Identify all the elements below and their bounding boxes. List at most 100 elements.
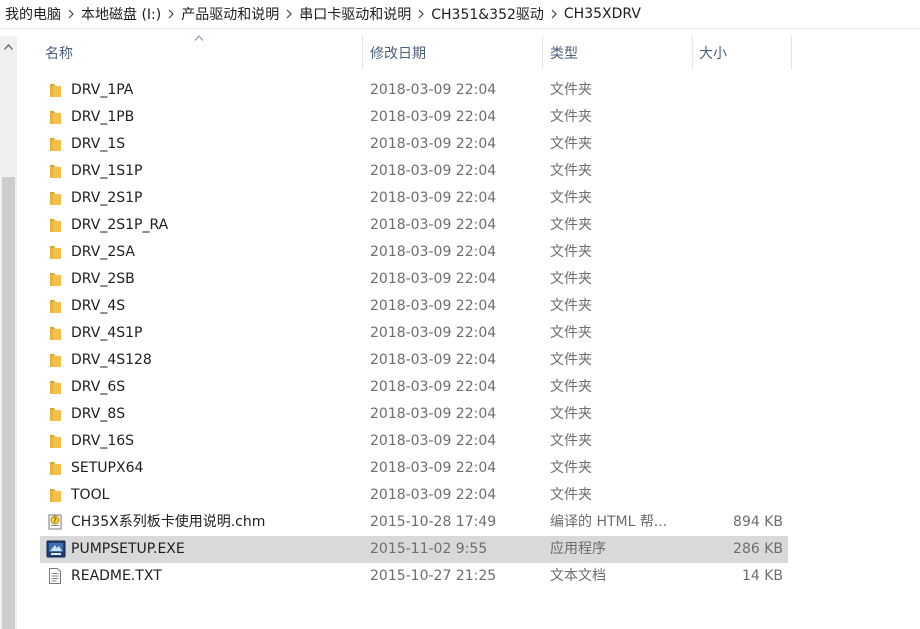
file-row[interactable]: TOOL 2018-03-09 22:04 文件夹 — [40, 482, 788, 509]
file-name: DRV_2SB — [71, 271, 135, 287]
file-name: TOOL — [71, 487, 110, 503]
file-name: DRV_2SA — [71, 244, 135, 260]
breadcrumb-item[interactable]: 本地磁盘 (I:) — [78, 4, 164, 24]
file-name: DRV_1PA — [71, 82, 134, 98]
installer-exe-icon — [46, 540, 66, 558]
column-divider[interactable] — [791, 36, 792, 69]
file-date: 2018-03-09 22:04 — [370, 190, 497, 206]
folder-icon — [46, 135, 64, 153]
file-type: 文件夹 — [550, 163, 592, 179]
file-date: 2018-03-09 22:04 — [370, 271, 497, 287]
vertical-scrollbar[interactable] — [0, 36, 17, 629]
file-type: 文件夹 — [550, 271, 592, 287]
file-name: CH35X系列板卡使用说明.chm — [71, 514, 266, 530]
file-date: 2018-03-09 22:04 — [370, 352, 497, 368]
folder-icon — [46, 405, 64, 423]
file-row[interactable]: DRV_1S1P 2018-03-09 22:04 文件夹 — [40, 158, 788, 185]
column-divider[interactable] — [542, 36, 543, 69]
column-divider[interactable] — [362, 36, 363, 69]
chevron-right-icon[interactable] — [64, 0, 78, 28]
column-header-name[interactable]: 名称 — [45, 36, 73, 69]
file-name: README.TXT — [71, 568, 162, 584]
file-type: 文件夹 — [550, 190, 592, 206]
file-row[interactable]: PUMPSETUP.EXE 2015-11-02 9:55 应用程序 286 KB — [40, 536, 788, 563]
folder-icon — [46, 162, 64, 180]
file-date: 2018-03-09 22:04 — [370, 433, 497, 449]
file-row[interactable]: DRV_6S 2018-03-09 22:04 文件夹 — [40, 374, 788, 401]
chevron-right-icon[interactable] — [282, 0, 296, 28]
breadcrumb-item[interactable]: 产品驱动和说明 — [178, 4, 282, 24]
file-row[interactable]: DRV_2SA 2018-03-09 22:04 文件夹 — [40, 239, 788, 266]
file-type: 文件夹 — [550, 217, 592, 233]
file-row[interactable]: DRV_1S 2018-03-09 22:04 文件夹 — [40, 131, 788, 158]
file-row[interactable]: DRV_4S128 2018-03-09 22:04 文件夹 — [40, 347, 788, 374]
file-row[interactable]: SETUPX64 2018-03-09 22:04 文件夹 — [40, 455, 788, 482]
file-date: 2015-10-27 21:25 — [370, 568, 497, 584]
file-date: 2018-03-09 22:04 — [370, 82, 497, 98]
scroll-up-arrow-icon[interactable] — [0, 36, 17, 58]
folder-icon — [46, 189, 64, 207]
column-header-size[interactable]: 大小 — [699, 36, 727, 69]
file-type: 文件夹 — [550, 136, 592, 152]
file-row[interactable]: DRV_1PB 2018-03-09 22:04 文件夹 — [40, 104, 788, 131]
breadcrumb-item[interactable]: 串口卡驱动和说明 — [296, 4, 414, 24]
column-header-row: 名称 修改日期 类型 大小 — [40, 35, 792, 69]
file-name: DRV_2S1P_RA — [71, 217, 169, 233]
file-row[interactable]: DRV_2SB 2018-03-09 22:04 文件夹 — [40, 266, 788, 293]
file-date: 2018-03-09 22:04 — [370, 136, 497, 152]
file-type: 文件夹 — [550, 298, 592, 314]
chevron-right-icon[interactable] — [164, 0, 178, 28]
file-row[interactable]: DRV_16S 2018-03-09 22:04 文件夹 — [40, 428, 788, 455]
column-header-type[interactable]: 类型 — [550, 36, 578, 69]
file-name: SETUPX64 — [71, 460, 144, 476]
file-type: 文件夹 — [550, 379, 592, 395]
file-type: 文件夹 — [550, 352, 592, 368]
breadcrumb-item[interactable]: 我的电脑 — [0, 4, 64, 24]
file-row[interactable]: DRV_2S1P 2018-03-09 22:04 文件夹 — [40, 185, 788, 212]
column-divider[interactable] — [692, 36, 693, 69]
file-date: 2018-03-09 22:04 — [370, 487, 497, 503]
file-name: DRV_4S1P — [71, 325, 143, 341]
file-name: DRV_16S — [71, 433, 135, 449]
file-date: 2018-03-09 22:04 — [370, 217, 497, 233]
file-list: DRV_1PA 2018-03-09 22:04 文件夹 DRV_1PB 2018-03… — [40, 77, 788, 590]
file-date: 2015-10-28 17:49 — [370, 514, 497, 530]
file-name: DRV_4S128 — [71, 352, 152, 368]
file-row[interactable]: DRV_2S1P_RA 2018-03-09 22:04 文件夹 — [40, 212, 788, 239]
scrollbar-thumb[interactable] — [2, 177, 15, 629]
file-row[interactable]: DRV_4S1P 2018-03-09 22:04 文件夹 — [40, 320, 788, 347]
file-name: DRV_8S — [71, 406, 126, 422]
chevron-right-icon[interactable] — [414, 0, 428, 28]
file-name: DRV_4S — [71, 298, 126, 314]
folder-icon — [46, 486, 64, 504]
file-row[interactable]: DRV_4S 2018-03-09 22:04 文件夹 — [40, 293, 788, 320]
folder-icon — [46, 243, 64, 261]
breadcrumb-item[interactable]: CH351&352驱动 — [428, 4, 547, 24]
file-date: 2018-03-09 22:04 — [370, 325, 497, 341]
svg-text:?: ? — [53, 517, 57, 525]
file-name: DRV_2S1P — [71, 190, 143, 206]
folder-icon — [46, 216, 64, 234]
file-type: 编译的 HTML 帮... — [550, 514, 668, 530]
file-row[interactable]: README.TXT 2015-10-27 21:25 文本文档 14 KB — [40, 563, 788, 590]
breadcrumb-item[interactable]: CH35XDRV — [561, 6, 644, 22]
file-size: 286 KB — [733, 541, 783, 557]
file-date: 2018-03-09 22:04 — [370, 163, 497, 179]
breadcrumb: 我的电脑 本地磁盘 (I:) 产品驱动和说明 串口卡驱动和说明 CH351&352驱动 C… — [0, 0, 920, 29]
file-row[interactable]: DRV_1PA 2018-03-09 22:04 文件夹 — [40, 77, 788, 104]
file-row[interactable]: ? CH35X系列板卡使用说明.chm 2015-10-28 17:49 编译的 HT… — [40, 509, 788, 536]
file-date: 2018-03-09 22:04 — [370, 406, 497, 422]
file-date: 2018-03-09 22:04 — [370, 244, 497, 260]
sort-ascending-icon — [194, 35, 204, 41]
chevron-right-icon[interactable] — [547, 0, 561, 28]
folder-icon — [46, 378, 64, 396]
column-header-date[interactable]: 修改日期 — [370, 36, 426, 69]
file-name: DRV_1S1P — [71, 163, 143, 179]
file-row[interactable]: DRV_8S 2018-03-09 22:04 文件夹 — [40, 401, 788, 428]
file-type: 文件夹 — [550, 109, 592, 125]
file-name: PUMPSETUP.EXE — [71, 541, 185, 557]
file-type: 文件夹 — [550, 487, 592, 503]
folder-icon — [46, 81, 64, 99]
folder-icon — [46, 459, 64, 477]
file-size: 894 KB — [733, 514, 783, 530]
